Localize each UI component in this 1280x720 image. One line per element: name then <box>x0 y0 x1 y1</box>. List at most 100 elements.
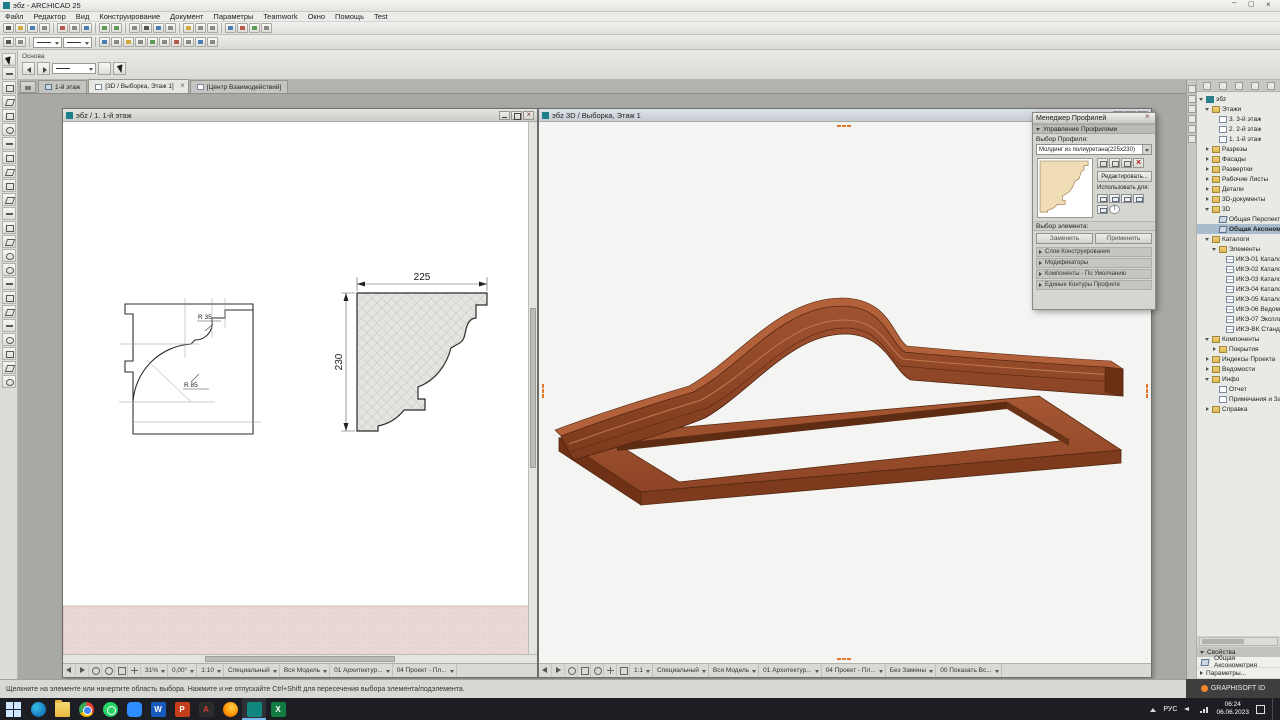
favorites-icon[interactable] <box>123 37 134 47</box>
tree-item-ike04[interactable]: ИКЭ-04 Каталог Окон <box>1197 284 1280 294</box>
delete-profile-icon[interactable] <box>1133 157 1144 168</box>
slab-strip[interactable] <box>63 605 537 654</box>
tree-item-3d[interactable]: 3D <box>1197 204 1280 214</box>
open-icon[interactable] <box>15 23 26 33</box>
use-for-shell-icon[interactable] <box>1097 205 1108 214</box>
renovation-status[interactable]: 00 Показать Вс... <box>936 664 1002 677</box>
menu-test[interactable]: Test <box>369 12 393 21</box>
minimize-button[interactable] <box>1226 0 1243 11</box>
layouts-icon[interactable] <box>1187 115 1196 123</box>
plan-canvas[interactable]: R 35 R 85 225 230 <box>63 122 537 654</box>
pointer-tool-icon[interactable] <box>113 62 126 75</box>
new-tab-button[interactable] <box>20 81 36 93</box>
3d-view-icon[interactable] <box>225 23 236 33</box>
tool-arc[interactable] <box>1 333 16 346</box>
tree-item-stories[interactable]: Этажи <box>1197 104 1280 114</box>
window-close-icon[interactable] <box>523 110 534 120</box>
network-icon[interactable] <box>1200 705 1210 713</box>
taskbar-whatsapp[interactable] <box>98 698 122 720</box>
fit-icon[interactable] <box>183 23 194 33</box>
menu-edit[interactable]: Редактор <box>28 12 70 21</box>
taskbar-chrome[interactable] <box>74 698 98 720</box>
zoom-icon[interactable] <box>565 664 578 677</box>
section-modifiers[interactable]: Модификаторы <box>1036 258 1152 268</box>
overrides[interactable]: 04 Проект - Пл... <box>393 664 457 677</box>
gravity-icon[interactable] <box>147 37 158 47</box>
layer-combination[interactable]: Специальный <box>224 664 280 677</box>
window-minimize-icon[interactable] <box>499 110 510 120</box>
redo-icon[interactable] <box>111 23 122 33</box>
properties-settings[interactable]: Параметры... <box>1197 668 1280 679</box>
tree-item-axonometry[interactable]: Общая Аксонометрия <box>1197 224 1280 234</box>
3d-scale[interactable]: 1:1 <box>630 664 654 677</box>
close-button[interactable] <box>1260 0 1277 11</box>
tool-roof[interactable] <box>1 165 16 178</box>
taskbar-excel[interactable]: X <box>266 698 290 720</box>
combo-arrow-icon[interactable] <box>1142 145 1151 154</box>
profile-manager-palette[interactable]: Менеджер Профилей Управление Профилями В… <box>1032 112 1156 310</box>
zoom-in-icon[interactable] <box>102 664 115 677</box>
settings-icon[interactable] <box>141 23 152 33</box>
tool-railing[interactable] <box>1 207 16 220</box>
pen-set[interactable]: 01 Архитектур... <box>330 664 393 677</box>
fill-type-icon[interactable] <box>99 37 110 47</box>
fit-icon[interactable] <box>115 664 128 677</box>
cut-icon[interactable] <box>57 23 68 33</box>
tree-item-ike07[interactable]: ИКЭ-07 Экспликация П <box>1197 314 1280 324</box>
tree-item-lists[interactable]: Ведомости <box>1197 364 1280 374</box>
tab-floor-plan[interactable]: 1-й этаж <box>38 80 88 93</box>
clock[interactable]: 06:24 06.06.2023 <box>1216 701 1249 718</box>
group-icon[interactable] <box>183 37 194 47</box>
orbit-icon[interactable] <box>591 664 604 677</box>
new-icon[interactable] <box>3 23 14 33</box>
tool-column[interactable] <box>1 123 16 136</box>
menu-options[interactable]: Параметры <box>208 12 258 21</box>
duplicate-profile-icon[interactable] <box>1109 158 1120 168</box>
tray-chevron-icon[interactable] <box>1149 706 1157 713</box>
notifications-icon[interactable] <box>1256 704 1265 714</box>
tool-polyline[interactable] <box>1 347 16 360</box>
tree-item-ike06[interactable]: ИКЭ-06 Ведомость Пр <box>1197 304 1280 314</box>
apply-button[interactable]: Применить <box>1095 233 1152 244</box>
copy-icon[interactable] <box>69 23 80 33</box>
new-profile-icon[interactable] <box>1097 158 1108 168</box>
profile-outline-figure[interactable]: R 35 R 85 <box>119 298 261 435</box>
use-for-object-icon[interactable] <box>1133 194 1144 203</box>
tool-wall[interactable] <box>1 81 16 94</box>
tool-dimension[interactable] <box>1 277 16 290</box>
line-type-combo[interactable] <box>33 36 62 48</box>
window-maximize-icon[interactable] <box>511 110 522 120</box>
tool-lamp[interactable] <box>1 263 16 276</box>
show-desktop-button[interactable] <box>1272 698 1276 720</box>
tree-item-sections[interactable]: Разрезы <box>1197 144 1280 154</box>
taskbar-zoom[interactable] <box>122 698 146 720</box>
zoom-level[interactable]: 31% <box>141 664 169 677</box>
layer-combo-icon[interactable] <box>111 37 122 47</box>
fit-icon[interactable] <box>578 664 591 677</box>
tree-item-project-indexes[interactable]: Индексы Проекта <box>1197 354 1280 364</box>
tree-item-report[interactable]: Отчет <box>1197 384 1280 394</box>
model-view-option[interactable]: Вся Модель <box>280 664 331 677</box>
navigator-scrollbar[interactable] <box>1199 637 1278 646</box>
project-icon[interactable] <box>1202 81 1211 90</box>
zoom-in-icon[interactable] <box>195 23 206 33</box>
tree-item-story1[interactable]: 1. 1-й этаж <box>1197 134 1280 144</box>
pen-set[interactable]: 01 Архитектур... <box>759 664 822 677</box>
sync-icon[interactable] <box>1234 81 1243 90</box>
tree-item-story2[interactable]: 2. 2-й этаж <box>1197 124 1280 134</box>
tool-zone[interactable] <box>1 221 16 234</box>
profile-select-combo[interactable]: Молдинг из полиуретана(225х230) <box>1036 144 1152 155</box>
layers-icon[interactable] <box>153 23 164 33</box>
tree-item-components[interactable]: Компоненты <box>1197 334 1280 344</box>
drawing-scale[interactable]: 1:10 <box>197 664 224 677</box>
taskbar-powerpoint[interactable]: P <box>170 698 194 720</box>
palette-close-icon[interactable] <box>1143 112 1152 123</box>
teamwork-icon[interactable] <box>249 23 260 33</box>
arrow-icon[interactable] <box>3 37 14 47</box>
overrides[interactable]: 04 Проект - Пл... <box>822 664 886 677</box>
replace-button[interactable]: Заменить <box>1036 233 1093 244</box>
tool-door[interactable] <box>1 95 16 108</box>
use-for-column-icon[interactable] <box>1121 194 1132 203</box>
taskbar-archicad[interactable] <box>242 698 266 720</box>
profile-hatched-figure[interactable]: 225 230 <box>334 272 488 432</box>
